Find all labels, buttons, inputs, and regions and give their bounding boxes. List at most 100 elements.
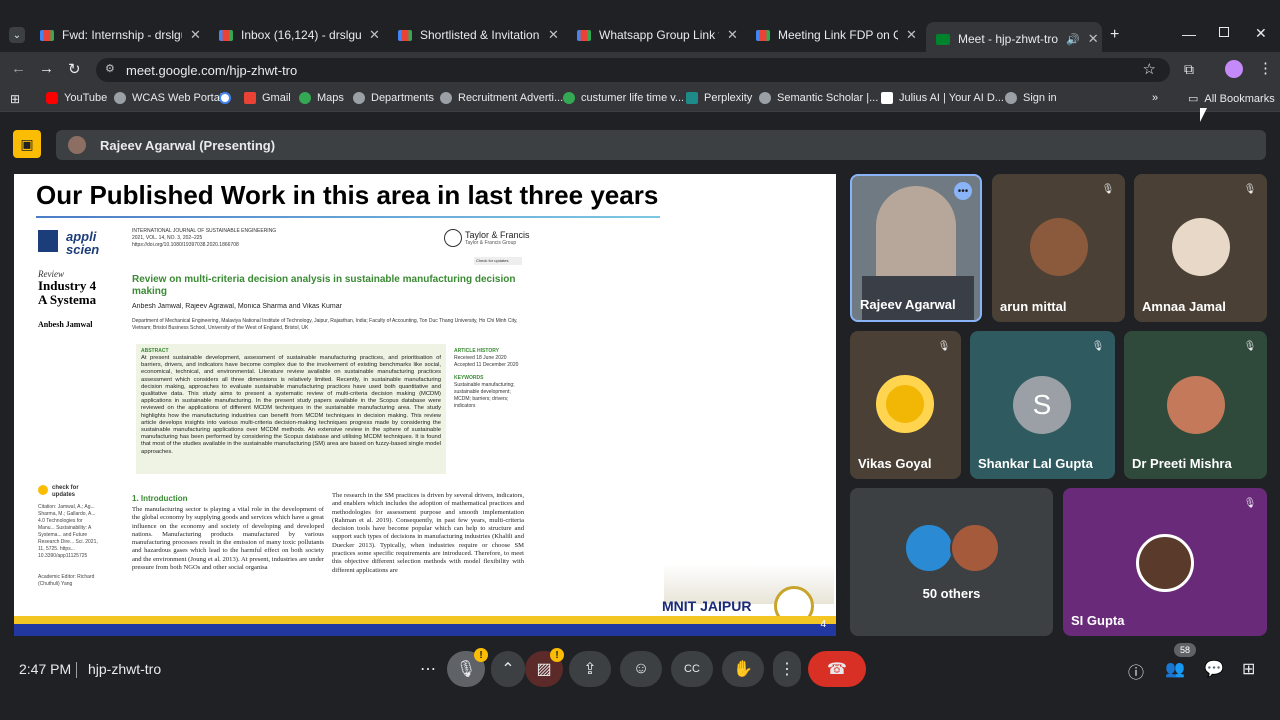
left-editor: Academic Editor: Richard (Chuthuli) Yang [38, 574, 95, 587]
journal-logo [38, 230, 58, 252]
title-underline [36, 216, 660, 218]
bookmark-sign-in[interactable]: Sign in [1005, 92, 1057, 104]
leave-call-button[interactable]: ☎ [808, 651, 866, 687]
globe-icon [1005, 92, 1017, 104]
close-tab-icon[interactable]: ✕ [1088, 31, 1099, 47]
present-icon: ⇪ [583, 661, 597, 678]
perplexity-icon [686, 92, 698, 104]
slide-number: 4 [820, 619, 826, 630]
tab-search-icon[interactable]: ⌄ [9, 27, 25, 43]
extensions-icon[interactable]: ⧉ [1184, 61, 1194, 78]
bookmark-departments[interactable]: Departments [353, 92, 434, 104]
bookmark-youtube[interactable]: YouTube [46, 92, 107, 104]
paper-authors: Anbesh Jamwal, Rajeev Agrawal, Monica Sh… [132, 303, 342, 310]
participant-tile-arun[interactable]: 🎙 arun mittal [992, 174, 1125, 322]
tab-shortlisted[interactable]: Shortlisted & Invitation for a ✕ [388, 22, 559, 48]
presentation-slide: Our Published Work in this area in last … [14, 174, 836, 636]
tab-inbox[interactable]: Inbox (16,124) - drslgupta@g ✕ [209, 22, 380, 48]
bookmark-wcas[interactable]: WCAS Web Portal [114, 92, 222, 104]
meeting-info-icon[interactable]: ⓘ [1128, 659, 1144, 683]
close-tab-icon[interactable]: ✕ [727, 27, 738, 43]
minimize-icon[interactable]: — [1182, 26, 1196, 42]
activities-icon[interactable]: ⊞ [1242, 659, 1255, 679]
participant-tile-amnaa[interactable]: 🎙 Amnaa Jamal [1134, 174, 1267, 322]
bookmark-julius[interactable]: Julius AI | Your AI D... [881, 92, 1004, 104]
back-icon[interactable]: ← [11, 60, 26, 77]
video-options-icon[interactable]: ⌃ [491, 651, 525, 687]
left-citation: Citation: Jamwal, A.; Ag... Sharma, M.; … [38, 504, 98, 559]
participant-video [876, 186, 956, 286]
tag-icon [759, 92, 771, 104]
mic-off-icon: 🎙 [1101, 183, 1115, 195]
close-tab-icon[interactable]: ✕ [190, 27, 201, 43]
reactions-button[interactable]: ☺ [620, 651, 662, 687]
more-options-button[interactable]: ⋮ [773, 651, 801, 687]
close-tab-icon[interactable]: ✕ [548, 27, 559, 43]
close-tab-icon[interactable]: ✕ [906, 27, 917, 43]
bookmark-gmail[interactable]: Gmail [244, 92, 291, 104]
address-bar[interactable]: ⚙ meet.google.com/hjp-zhwt-tro ☆ [96, 58, 1170, 82]
avatar [1172, 218, 1230, 276]
present-screen-button[interactable]: ⇪ [569, 651, 611, 687]
abstract-label: ABSTRACT [141, 348, 169, 354]
menu-icon[interactable]: ⋮ [1258, 59, 1273, 77]
mouse-cursor [1200, 108, 1207, 122]
bookmark-perplexity[interactable]: Perplexity [686, 92, 752, 104]
new-tab-icon[interactable]: + [1110, 26, 1119, 44]
intro-left-column: The manufacturing sector is playing a vi… [132, 506, 324, 572]
participant-tile-others[interactable]: 50 others [850, 488, 1053, 636]
apps-grid-icon[interactable]: ⊞ [10, 92, 20, 106]
participant-tile-sl-gupta[interactable]: 🎙 SI Gupta [1063, 488, 1267, 636]
journal-header: INTERNATIONAL JOURNAL OF SUSTAINABLE ENG… [132, 228, 277, 234]
captions-icon: CC [684, 663, 700, 675]
participant-tile-rajeev[interactable]: ••• Rajeev Agarwal [850, 174, 982, 322]
globe-icon [353, 92, 365, 104]
all-bookmarks[interactable]: ▭ All Bookmarks [1188, 92, 1275, 106]
more-options-icon[interactable]: ••• [954, 182, 972, 200]
bookmark-semantic-scholar[interactable]: Semantic Scholar |... [759, 92, 878, 104]
reload-icon[interactable]: ↻ [68, 60, 81, 78]
captions-button[interactable]: CC [671, 651, 713, 687]
profile-avatar[interactable] [1225, 60, 1243, 78]
restore-icon[interactable] [1219, 27, 1229, 37]
audio-options-icon[interactable]: ⋯ [415, 651, 441, 687]
bookmark-star-icon[interactable]: ☆ [1143, 60, 1156, 78]
tab-fwd-internship[interactable]: Fwd: Internship - drslgupta@ ✕ [30, 22, 201, 48]
meet-icon [936, 33, 950, 45]
presenter-bar: Rajeev Agarwal (Presenting) [56, 130, 1266, 160]
raise-hand-button[interactable]: ✋ [722, 651, 764, 687]
speaker-icon[interactable]: 🔊 [1066, 33, 1080, 46]
participant-tile-preeti[interactable]: 🎙 Dr Preeti Mishra [1124, 331, 1267, 479]
close-tab-icon[interactable]: ✕ [369, 27, 380, 43]
emoji-icon: ☺ [632, 660, 650, 677]
close-window-icon[interactable]: ✕ [1255, 25, 1267, 42]
gmail-icon [244, 92, 256, 104]
slide-title: Our Published Work in this area in last … [36, 180, 659, 210]
check-updates-icon [38, 485, 48, 495]
tab-whatsapp-link[interactable]: Whatsapp Group Link for the ✕ [567, 22, 738, 48]
tab-meet[interactable]: Meet - hjp-zhwt-tro 🔊 ✕ [926, 22, 1102, 56]
left-check-updates: check for updates [52, 485, 79, 498]
camera-warning-icon: ! [550, 648, 564, 662]
stop-presenting-icon[interactable]: ▣ [13, 130, 41, 158]
tab-meeting-link[interactable]: Meeting Link FDP on Quan C ✕ [746, 22, 917, 48]
end-call-icon: ☎ [827, 661, 847, 678]
bookmark-maps[interactable]: Maps [299, 92, 344, 104]
meeting-code: hjp-zhwt-tro [88, 661, 162, 677]
mic-off-icon: 🎙 [937, 340, 951, 352]
forward-icon[interactable]: → [39, 60, 54, 77]
history-label: ARTICLE HISTORY [454, 348, 500, 354]
participant-tile-shankar[interactable]: S 🎙 Shankar Lal Gupta [970, 331, 1115, 479]
bookmark-recruitment[interactable]: Recruitment Adverti... [440, 92, 563, 104]
site-info-icon[interactable]: ⚙ [105, 62, 115, 75]
mic-off-icon: 🎙 [455, 661, 477, 678]
chat-icon[interactable]: 💬 [1204, 659, 1224, 679]
bookmark-google[interactable] [219, 92, 237, 104]
participant-tile-vikas[interactable]: 🎙 Vikas Goyal [850, 331, 961, 479]
bookmark-customer[interactable]: custumer life time v... [563, 92, 684, 104]
people-icon[interactable]: 👥 [1165, 659, 1185, 679]
publisher-name: Taylor & Francis [465, 230, 530, 240]
bookmarks-overflow-icon[interactable]: » [1152, 92, 1158, 104]
folder-icon: ▭ [1188, 93, 1199, 105]
slide-footer [14, 616, 836, 636]
